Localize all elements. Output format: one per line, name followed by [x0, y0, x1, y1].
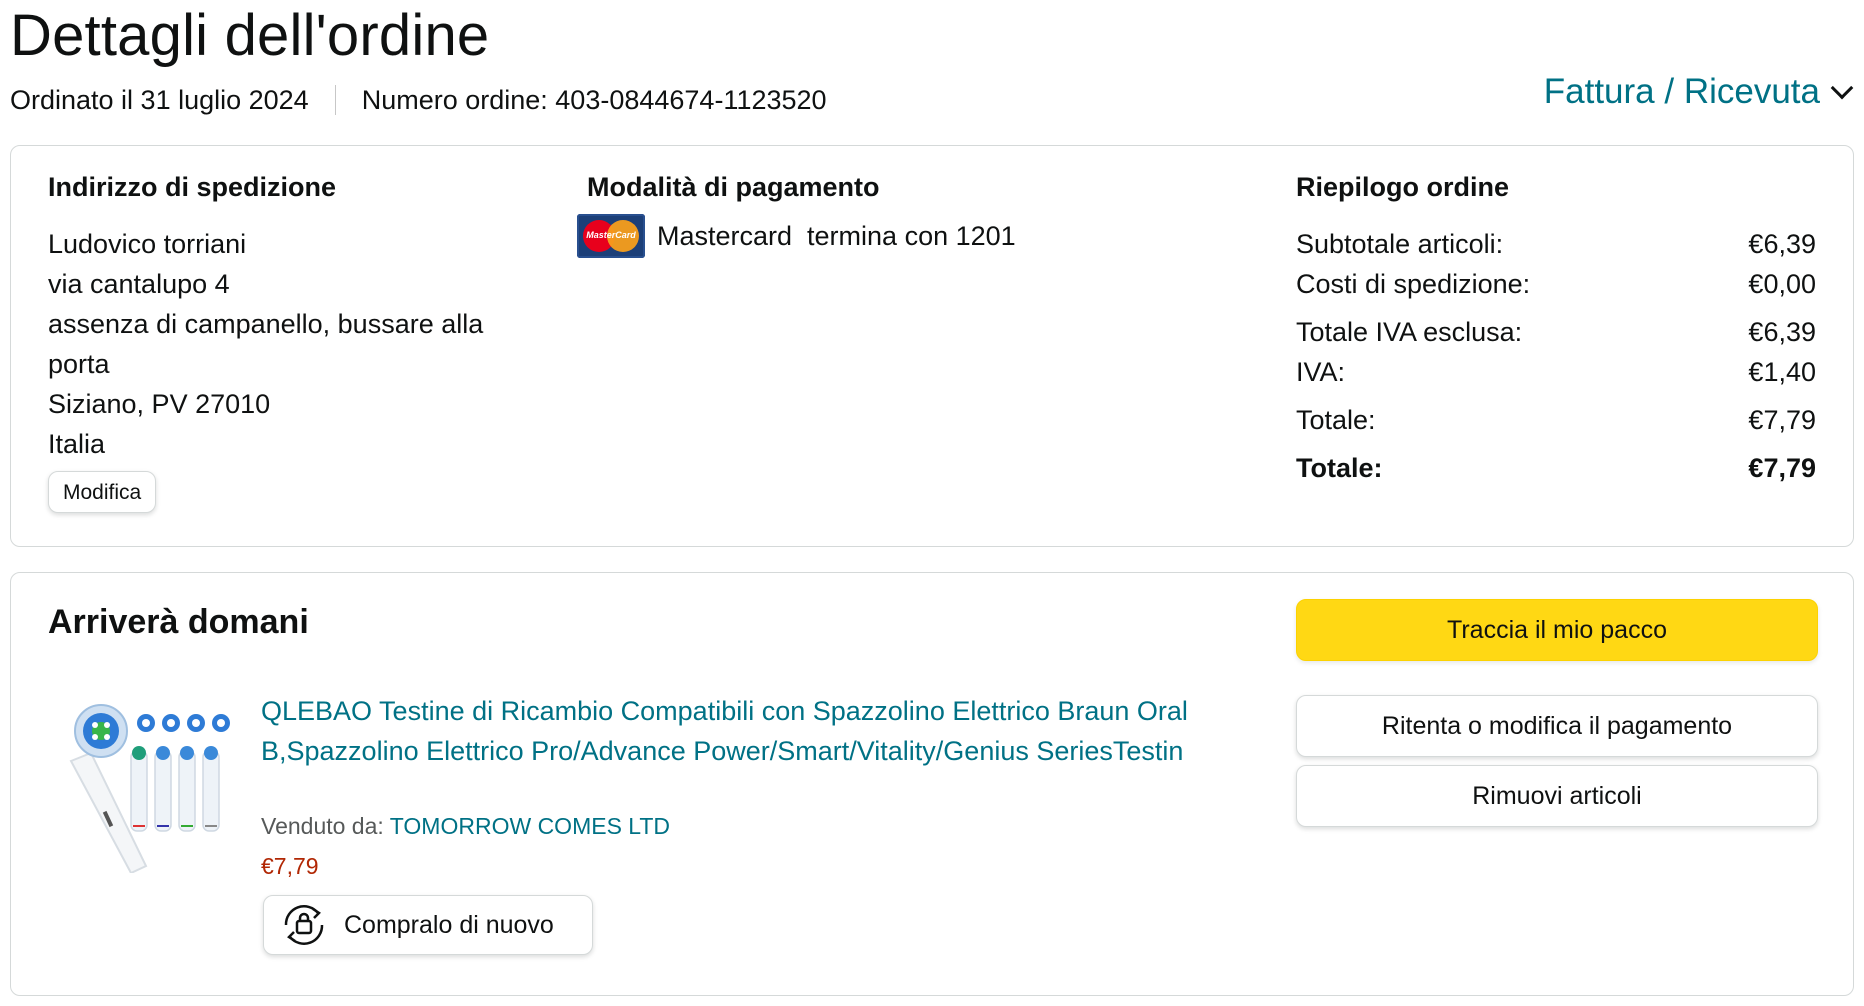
- summary-grand-total: Totale: €7,79: [1296, 448, 1816, 488]
- delivery-status: Arriverà domani: [48, 603, 309, 641]
- invoice-link[interactable]: Fattura / Ricevuta: [1544, 72, 1820, 112]
- summary-row: Subtotale articoli: €6,39: [1296, 224, 1816, 264]
- buy-again-icon: [284, 905, 324, 945]
- seller-info: Venduto da: TOMORROW COMES LTD: [261, 813, 670, 840]
- product-price: €7,79: [261, 853, 319, 879]
- product-title-link[interactable]: QLEBAO Testine di Ricambio Compatibili c…: [261, 691, 1266, 771]
- summary-row: IVA: €1,40: [1296, 352, 1816, 392]
- summary-value: €7,79: [1748, 405, 1816, 435]
- order-summary: Subtotale articoli: €6,39 Costi di spedi…: [1296, 224, 1816, 488]
- summary-value: €6,39: [1748, 317, 1816, 347]
- mastercard-logo-text: MasterCard: [586, 230, 636, 240]
- address-notes: assenza di campanello, bussare alla port…: [48, 309, 484, 379]
- payment-method: MasterCard Mastercard termina con 1201: [577, 214, 1016, 258]
- summary-value: €0,00: [1748, 269, 1816, 299]
- grand-total-label: Totale:: [1296, 453, 1383, 483]
- summary-value: €6,39: [1748, 229, 1816, 259]
- summary-row: Totale: €7,79: [1296, 400, 1816, 440]
- edit-address-button[interactable]: Modifica: [48, 471, 157, 513]
- order-date: Ordinato il 31 luglio 2024: [10, 84, 309, 115]
- summary-label: Totale IVA esclusa:: [1296, 317, 1523, 347]
- summary-label: Costi di spedizione:: [1296, 269, 1531, 299]
- shipment-card: Arriverà domani QLEBAO Testine di Ricamb…: [10, 572, 1854, 996]
- address-street: via cantalupo 4: [48, 269, 230, 299]
- invoice-dropdown[interactable]: Fattura / Ricevuta: [1544, 72, 1854, 112]
- summary-heading: Riepilogo ordine: [1296, 172, 1509, 202]
- buy-again-label[interactable]: Compralo di nuovo: [344, 911, 554, 940]
- seller-link[interactable]: TOMORROW COMES LTD: [390, 813, 670, 839]
- track-package-button[interactable]: Traccia il mio pacco: [1296, 599, 1818, 661]
- page-title: Dettagli dell'ordine: [10, 3, 490, 68]
- buy-again-button[interactable]: Compralo di nuovo: [263, 895, 593, 955]
- address-country: Italia: [48, 429, 106, 459]
- address-name: Ludovico torriani: [48, 229, 247, 259]
- order-meta: Ordinato il 31 luglio 2024 Numero ordine…: [10, 80, 827, 120]
- order-details-page: Dettagli dell'ordine Ordinato il 31 lugl…: [0, 0, 1864, 1006]
- summary-label: Totale:: [1296, 405, 1376, 435]
- summary-label: Subtotale articoli:: [1296, 229, 1504, 259]
- shipping-heading: Indirizzo di spedizione: [48, 172, 337, 202]
- summary-value: €1,40: [1748, 357, 1816, 387]
- summary-row: Totale IVA esclusa: €6,39: [1296, 312, 1816, 352]
- summary-label: IVA:: [1296, 357, 1346, 387]
- payment-card-desc: Mastercard termina con 1201: [657, 220, 1016, 251]
- address-city: Siziano, PV 27010: [48, 389, 271, 419]
- payment-heading: Modalità di pagamento: [587, 172, 880, 202]
- shipping-address: Ludovico torriani via cantalupo 4 assenz…: [48, 224, 528, 464]
- order-number: Numero ordine: 403-0844674-1123520: [361, 84, 827, 115]
- retry-payment-button[interactable]: Ritenta o modifica il pagamento: [1296, 695, 1818, 757]
- seller-label: Venduto da:: [261, 813, 384, 839]
- grand-total-value: €7,79: [1748, 453, 1816, 483]
- order-info-card: Indirizzo di spedizione Ludovico torrian…: [10, 145, 1854, 547]
- mastercard-logo: MasterCard: [577, 214, 645, 258]
- remove-items-button[interactable]: Rimuovi articoli: [1296, 765, 1818, 827]
- product-image[interactable]: [51, 691, 251, 873]
- summary-row: Costi di spedizione: €0,00: [1296, 264, 1816, 304]
- chevron-down-icon[interactable]: [1830, 76, 1854, 100]
- divider: [334, 85, 336, 115]
